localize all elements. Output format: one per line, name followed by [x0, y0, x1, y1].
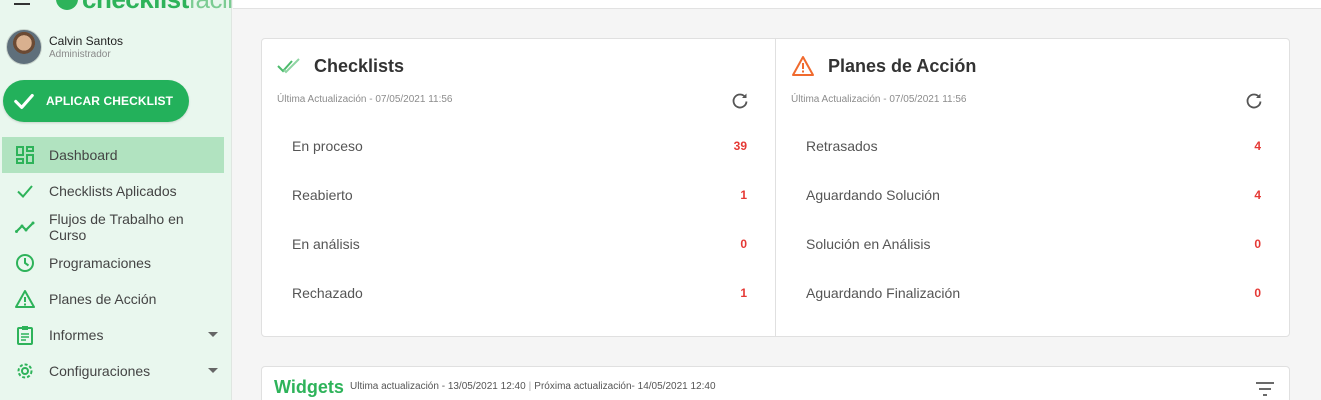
- chevron-down-icon[interactable]: [208, 332, 218, 337]
- sidebar-item-label: Configuraciones: [49, 363, 151, 379]
- sidebar: checklistfácil Calvin Santos Administrad…: [0, 0, 233, 400]
- checklists-row-en-analisis[interactable]: En análisis 0: [277, 219, 747, 268]
- row-count: 0: [1254, 285, 1261, 300]
- sidebar-item-flujos[interactable]: Flujos de Trabalho en Curso: [2, 209, 224, 245]
- dashboard-icon: [14, 144, 36, 166]
- clock-icon: [14, 252, 36, 274]
- planes-row-aguardando-finalizacion[interactable]: Aguardando Finalización 0: [791, 268, 1261, 317]
- apply-checklist-label: APLICAR CHECKLIST: [46, 94, 174, 108]
- logo-icon: [56, 0, 78, 10]
- sidebar-nav: Dashboard Checklists Aplicados Flujos de…: [2, 137, 224, 389]
- row-label: Rechazado: [292, 284, 363, 301]
- widgets-update-info: Ultima actualización - 13/05/2021 12:40 |…: [350, 381, 716, 392]
- widgets-last-update: Ultima actualización - 13/05/2021 12:40: [350, 381, 526, 392]
- double-check-icon: [277, 58, 300, 74]
- sidebar-item-label: Informes: [49, 327, 104, 343]
- planes-card: Planes de Acción Última Actualización - …: [775, 38, 1290, 337]
- sidebar-item-label: Checklists Aplicados: [49, 183, 177, 199]
- checklists-row-rechazado[interactable]: Rechazado 1: [277, 268, 747, 317]
- check-icon: [14, 93, 34, 109]
- sidebar-item-programaciones[interactable]: Programaciones: [2, 245, 224, 281]
- row-count: 4: [1254, 138, 1261, 153]
- top-bar: [233, 0, 1321, 9]
- trending-icon: [14, 216, 36, 238]
- refresh-icon[interactable]: [731, 92, 749, 110]
- gear-icon: [14, 360, 36, 382]
- avatar[interactable]: [6, 29, 42, 65]
- row-count: 0: [1254, 236, 1261, 251]
- row-count: 1: [740, 187, 747, 202]
- warning-icon: [792, 56, 814, 76]
- menu-icon[interactable]: [14, 0, 30, 5]
- filter-icon[interactable]: [1255, 381, 1275, 397]
- checklists-card: Checklists Última Actualización - 07/05/…: [261, 38, 776, 337]
- sidebar-item-configuraciones[interactable]: Configuraciones: [2, 353, 224, 389]
- planes-row-retrasados[interactable]: Retrasados 4: [791, 121, 1261, 170]
- logo-text-light: fácil: [189, 0, 233, 14]
- warning-icon: [14, 288, 36, 310]
- check-icon: [14, 180, 36, 202]
- logo-text: checklist: [82, 0, 189, 14]
- refresh-icon[interactable]: [1245, 92, 1263, 110]
- row-count: 1: [740, 285, 747, 300]
- checklists-row-en-proceso[interactable]: En proceso 39: [277, 121, 747, 170]
- sidebar-item-dashboard[interactable]: Dashboard: [2, 137, 224, 173]
- chevron-down-icon[interactable]: [208, 368, 218, 373]
- row-label: Retrasados: [806, 137, 878, 154]
- widgets-title: Widgets: [274, 377, 344, 397]
- planes-row-aguardando-solucion[interactable]: Aguardando Solución 4: [791, 170, 1261, 219]
- widgets-next-update: Próxima actualización- 14/05/2021 12:40: [534, 381, 716, 392]
- row-label: Solución en Análisis: [806, 235, 931, 252]
- planes-row-solucion-en-analisis[interactable]: Solución en Análisis 0: [791, 219, 1261, 268]
- checklists-title: Checklists: [314, 55, 405, 76]
- checklists-updated: Última Actualización - 07/05/2021 11:56: [277, 94, 453, 105]
- row-label: Aguardando Solución: [806, 186, 940, 203]
- row-label: Aguardando Finalización: [806, 284, 961, 301]
- planes-header: Planes de Acción: [791, 55, 976, 77]
- row-label: En proceso: [292, 137, 363, 154]
- sidebar-item-label: Dashboard: [49, 147, 118, 163]
- widgets-separator: |: [528, 381, 532, 392]
- checklists-row-reabierto[interactable]: Reabierto 1: [277, 170, 747, 219]
- user-role: Administrador: [49, 48, 111, 60]
- sidebar-item-label: Planes de Acción: [49, 291, 157, 307]
- sidebar-item-informes[interactable]: Informes: [2, 317, 224, 353]
- user-profile[interactable]: Calvin Santos Administrador: [6, 29, 123, 65]
- widgets-card: Widgets Ultima actualización - 13/05/202…: [261, 366, 1290, 400]
- sidebar-item-label: Programaciones: [49, 255, 151, 271]
- checklists-header: Checklists: [277, 55, 404, 77]
- sidebar-item-planes-de-accion[interactable]: Planes de Acción: [2, 281, 224, 317]
- row-label: Reabierto: [292, 186, 353, 203]
- row-label: En análisis: [292, 235, 360, 252]
- brand-bar: checklistfácil: [14, 0, 233, 12]
- sidebar-item-checklists-aplicados[interactable]: Checklists Aplicados: [2, 173, 224, 209]
- row-count: 4: [1254, 187, 1261, 202]
- clipboard-icon: [14, 324, 36, 346]
- sidebar-item-label: Flujos de Trabalho en Curso: [49, 211, 184, 243]
- user-name: Calvin Santos: [49, 33, 124, 48]
- apply-checklist-button[interactable]: APLICAR CHECKLIST: [3, 80, 189, 122]
- row-count: 39: [733, 138, 747, 153]
- row-count: 0: [740, 236, 747, 251]
- planes-updated: Última Actualización - 07/05/2021 11:56: [791, 94, 967, 105]
- app-logo[interactable]: checklistfácil: [56, 0, 233, 12]
- planes-title: Planes de Acción: [828, 55, 977, 76]
